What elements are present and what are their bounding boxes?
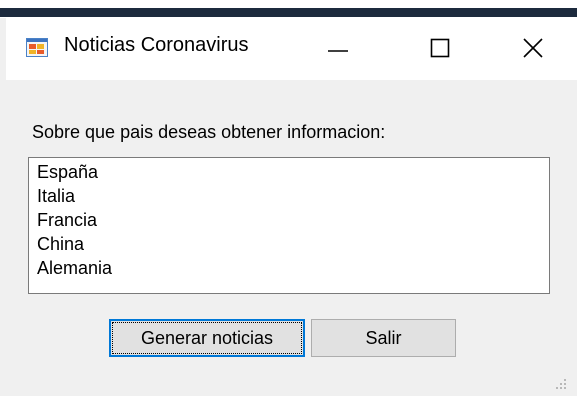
list-item-italia[interactable]: Italia <box>37 184 75 208</box>
minimize-button[interactable] <box>309 25 367 71</box>
window-top-edge <box>0 8 577 17</box>
focus-rectangle <box>112 322 302 354</box>
generate-news-button[interactable]: Generar noticias <box>109 319 305 357</box>
list-item-espana[interactable]: España <box>37 160 98 184</box>
maximize-icon <box>430 38 450 58</box>
title-bar[interactable]: Noticias Coronavirus <box>6 17 577 80</box>
list-item-china[interactable]: China <box>37 232 84 256</box>
exit-button[interactable]: Salir <box>311 319 456 357</box>
close-button[interactable] <box>504 25 562 71</box>
app-window: Noticias Coronavirus Sobre que pais dese… <box>6 17 577 394</box>
list-item-alemania[interactable]: Alemania <box>37 256 112 280</box>
list-item-francia[interactable]: Francia <box>37 208 97 232</box>
close-icon <box>523 38 543 58</box>
window-title: Noticias Coronavirus <box>64 34 249 56</box>
resize-grip-icon[interactable] <box>554 377 568 391</box>
minimize-icon <box>328 50 348 52</box>
desktop-strip <box>0 0 577 18</box>
app-icon <box>26 38 48 57</box>
country-listbox[interactable]: España Italia Francia China Alemania <box>28 157 550 294</box>
maximize-button[interactable] <box>411 25 469 71</box>
country-prompt-label: Sobre que pais deseas obtener informacio… <box>32 122 386 142</box>
exit-label: Salir <box>365 327 402 348</box>
